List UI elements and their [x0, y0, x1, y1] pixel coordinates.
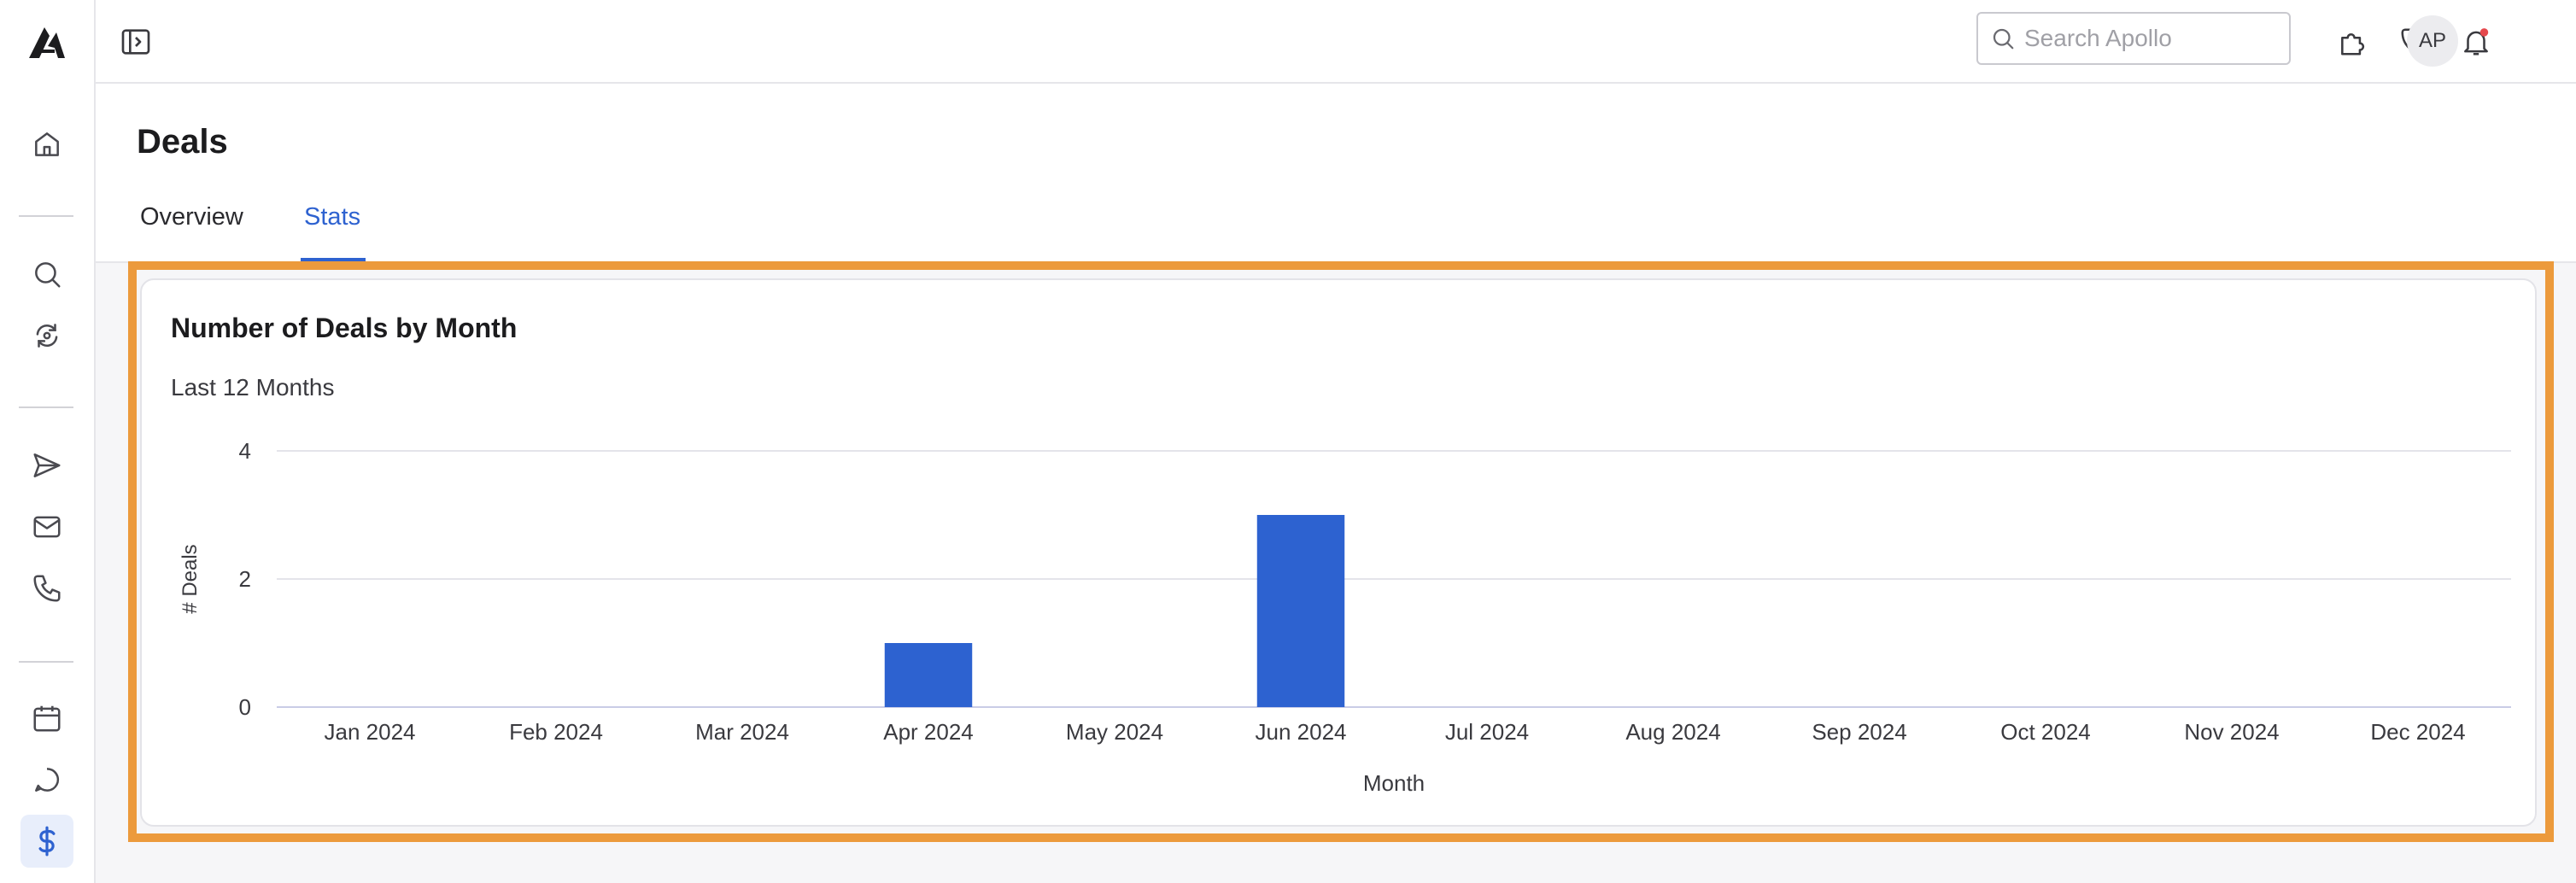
notification-dot: [2479, 28, 2489, 37]
sidebar-item-conversations[interactable]: [20, 753, 73, 806]
sidebar-item-meetings[interactable]: [20, 692, 73, 745]
search-icon: [1993, 28, 2014, 50]
bar: [884, 643, 973, 707]
sidebar-item-engage[interactable]: [20, 439, 73, 492]
dollar-icon: [38, 826, 56, 857]
send-icon: [33, 453, 61, 477]
search-input[interactable]: [2024, 25, 2280, 52]
tab-stats[interactable]: Stats: [304, 203, 360, 231]
y-tick-label: 4: [239, 438, 251, 464]
calendar-icon: [33, 705, 61, 732]
sidebar-divider: [19, 406, 73, 408]
deals-bar-chart: 0 2 4 Jan 2024 Feb 2024 Mar 2024 Apr 2024 May 2…: [179, 438, 2511, 796]
puzzle-icon: [2341, 33, 2365, 56]
page-header: Deals Overview Stats: [96, 84, 2576, 263]
y-tick-label: 2: [239, 566, 251, 592]
chat-icon: [35, 768, 60, 792]
sidebar-item-deals[interactable]: [20, 815, 73, 868]
apollo-logo[interactable]: [26, 20, 68, 63]
search-icon: [35, 262, 61, 288]
tab-overview[interactable]: Overview: [140, 203, 243, 231]
avatar[interactable]: AP: [2407, 15, 2458, 67]
sidebar-item-sequences[interactable]: [20, 309, 73, 362]
x-tick-label: Jun 2024: [1256, 719, 1347, 745]
sync-icon: [36, 324, 58, 348]
sidebar: [0, 0, 96, 883]
x-tick-label: Nov 2024: [2184, 719, 2279, 745]
search-box[interactable]: [1976, 12, 2291, 65]
page-title: Deals: [137, 123, 228, 161]
integrations-button[interactable]: [2332, 20, 2374, 63]
panel-toggle-button[interactable]: [116, 22, 155, 61]
x-tick-label: Apr 2024: [883, 719, 974, 745]
x-tick-label: May 2024: [1066, 719, 1163, 745]
x-axis-label: Month: [1363, 770, 1425, 796]
x-tick-label: Sep 2024: [1812, 719, 1906, 745]
bell-icon: [2464, 28, 2489, 56]
y-axis-label: # Deals: [179, 544, 202, 613]
home-icon: [35, 132, 59, 156]
avatar-initials: AP: [2418, 29, 2446, 52]
sidebar-item-emails[interactable]: [20, 500, 73, 553]
mail-icon: [33, 516, 61, 538]
sidebar-item-home[interactable]: [20, 118, 73, 171]
x-tick-label: Jan 2024: [325, 719, 416, 745]
notifications-button[interactable]: [2455, 20, 2497, 63]
phone-icon: [33, 575, 61, 602]
sidebar-item-calls[interactable]: [20, 562, 73, 615]
x-tick-label: Mar 2024: [695, 719, 789, 745]
deals-chart-card: Number of Deals by Month Last 12 Months …: [140, 278, 2537, 827]
x-tick-label: Aug 2024: [1625, 719, 1720, 745]
x-tick-label: Jul 2024: [1445, 719, 1529, 745]
x-tick-label: Dec 2024: [2370, 719, 2465, 745]
sidebar-divider: [19, 215, 73, 217]
sidebar-divider: [19, 661, 73, 663]
sidebar-item-search[interactable]: [20, 248, 73, 301]
y-tick-label: 0: [239, 694, 251, 720]
top-bar: AP: [96, 0, 2576, 84]
x-tick-label: Feb 2024: [509, 719, 603, 745]
sidebar-toggle-icon: [121, 29, 150, 55]
x-tick-label: Oct 2024: [2000, 719, 2091, 745]
bar: [1256, 515, 1345, 707]
